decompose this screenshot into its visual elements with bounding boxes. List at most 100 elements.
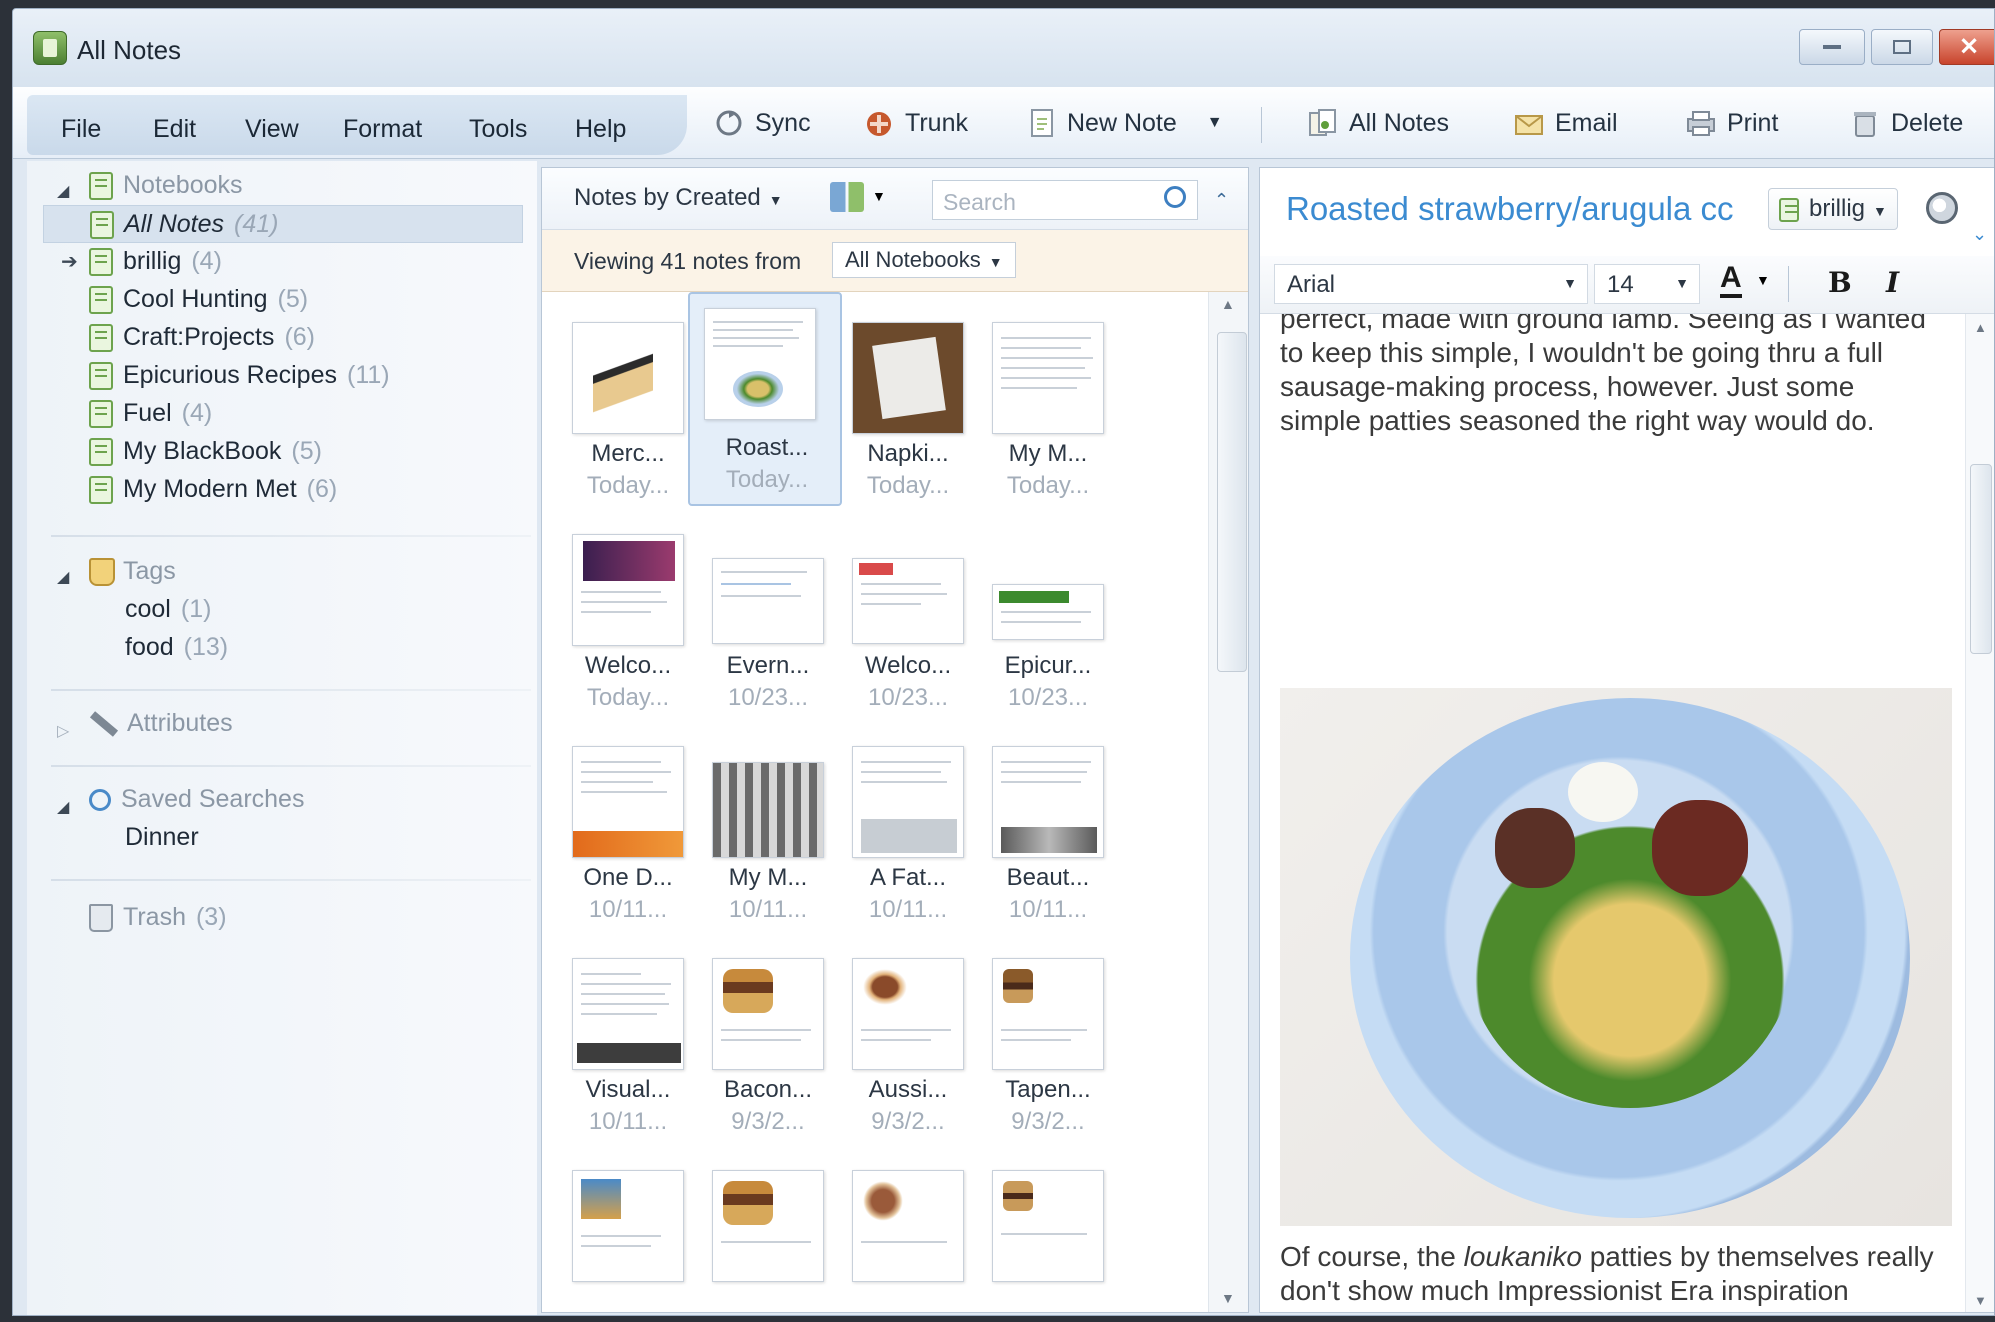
scroll-down-icon[interactable]: ▼ — [1974, 1293, 1987, 1308]
attributes-header[interactable]: Attributes — [89, 709, 233, 745]
share-globe-icon[interactable] — [1926, 192, 1958, 224]
collapse-tags-icon[interactable]: ◢ — [57, 567, 69, 587]
maximize-button[interactable] — [1871, 29, 1933, 65]
note-card[interactable] — [688, 1146, 828, 1312]
font-family-select[interactable]: Arial ▼ — [1274, 264, 1588, 304]
saved-search-dinner[interactable]: Dinner — [125, 823, 199, 859]
note-card[interactable]: One D... 10/11... — [548, 722, 688, 932]
note-card[interactable]: Aussi... 9/3/2... — [828, 934, 968, 1144]
notebook-icon — [1779, 197, 1799, 222]
all-notes-icon — [1307, 107, 1339, 139]
menu-file[interactable]: File — [61, 115, 101, 144]
sync-button[interactable]: Sync — [713, 103, 811, 143]
scrollbar-thumb[interactable] — [1970, 464, 1992, 654]
all-notes-button[interactable]: All Notes — [1307, 103, 1449, 143]
thumbnail-view-icon — [830, 182, 864, 212]
note-card[interactable]: Bacon... 9/3/2... — [688, 934, 828, 1144]
delete-button[interactable]: Delete — [1849, 103, 1963, 143]
collapse-notebooks-icon[interactable]: ◢ — [57, 181, 69, 201]
tag-item-cool[interactable]: cool (1) — [125, 595, 211, 631]
note-card[interactable]: A Fat... 10/11... — [828, 722, 968, 932]
note-card[interactable]: Merc... Today... — [548, 298, 688, 508]
search-input[interactable]: Search — [932, 180, 1198, 220]
note-date: 10/11... — [588, 896, 668, 923]
font-color-icon[interactable]: A — [1720, 262, 1742, 298]
sidebar-item-epicurious-recipes[interactable]: Epicurious Recipes (11) — [89, 361, 390, 397]
note-card[interactable]: Tapen... 9/3/2... — [968, 934, 1108, 1144]
minimize-button[interactable] — [1799, 29, 1865, 65]
notebook-selector[interactable]: brillig ▼ — [1768, 188, 1898, 230]
saved-searches-header[interactable]: Saved Searches — [89, 785, 304, 821]
note-card[interactable]: Welco... 10/23... — [828, 510, 968, 720]
toolbar-separator — [1261, 107, 1262, 143]
note-body[interactable]: perfect, made with ground lamb. Seeing a… — [1260, 314, 1966, 1312]
note-card[interactable]: Beaut... 10/11... — [968, 722, 1108, 932]
note-title: Bacon... — [723, 1076, 813, 1103]
note-card[interactable] — [548, 1146, 688, 1312]
font-size-select[interactable]: 14 ▼ — [1594, 264, 1700, 304]
note-card[interactable]: Napki... Today... — [828, 298, 968, 508]
email-button[interactable]: Email — [1513, 103, 1618, 143]
trash-icon — [89, 904, 113, 933]
note-thumbnail — [572, 322, 684, 434]
menu-format[interactable]: Format — [343, 115, 422, 144]
note-thumbnail — [852, 1170, 964, 1282]
search-icon[interactable] — [1164, 186, 1186, 208]
bold-button[interactable]: B — [1828, 266, 1852, 299]
expand-attributes-icon[interactable]: ▷ — [57, 721, 69, 741]
sidebar-item-my-blackbook[interactable]: My BlackBook (5) — [89, 437, 322, 473]
note-date: 9/3/2... — [871, 1108, 945, 1135]
note-list-scrollbar[interactable]: ▲ ▼ — [1208, 292, 1248, 1312]
tag-item-food[interactable]: food (13) — [125, 633, 228, 669]
note-title-field[interactable]: Roasted strawberry/arugula cc — [1286, 190, 1734, 228]
collapse-saved-searches-icon[interactable]: ◢ — [57, 797, 69, 817]
view-options-dropdown[interactable]: ▼ — [830, 182, 886, 212]
notebook-filter-dropdown[interactable]: All Notebooks ▼ — [832, 242, 1016, 278]
sidebar-item-trash[interactable]: Trash (3) — [89, 903, 227, 939]
note-card[interactable]: Welco... Today... — [548, 510, 688, 720]
note-title: My M... — [728, 864, 808, 891]
sidebar-item-my-modern-met[interactable]: My Modern Met (6) — [89, 475, 337, 511]
note-title: Visual... — [585, 1076, 671, 1103]
expand-header-icon[interactable]: ⌄ — [1972, 224, 1987, 245]
menu-edit[interactable]: Edit — [153, 115, 196, 144]
note-card[interactable] — [828, 1146, 968, 1312]
chevron-down-icon: ▼ — [1563, 275, 1577, 291]
tags-header[interactable]: Tags — [89, 557, 176, 593]
print-button[interactable]: Print — [1685, 103, 1778, 143]
note-grid: Merc... Today... Roast... Today... Napki… — [542, 292, 1210, 1312]
note-card[interactable]: Visual... 10/11... — [548, 934, 688, 1144]
sidebar-item-brillig[interactable]: brillig (4) — [89, 247, 222, 283]
sidebar-item-craft-projects[interactable]: Craft:Projects (6) — [89, 323, 315, 359]
collapse-up-icon[interactable]: ⌃ — [1214, 190, 1229, 211]
note-card[interactable]: My M... Today... — [968, 298, 1108, 508]
note-card[interactable]: Epicur... 10/23... — [968, 510, 1108, 720]
note-card-selected[interactable]: Roast... Today... — [688, 292, 842, 506]
menu-bar: File Edit View Format Tools Help — [27, 95, 687, 155]
scroll-up-icon[interactable]: ▲ — [1974, 320, 1987, 335]
note-card[interactable]: Evern... 10/23... — [688, 510, 828, 720]
font-color-dropdown-icon[interactable]: ▼ — [1756, 272, 1770, 288]
trunk-label: Trunk — [905, 108, 968, 137]
note-card[interactable]: My M... 10/11... — [688, 722, 828, 932]
new-note-dropdown-icon[interactable]: ▼ — [1207, 114, 1223, 132]
trunk-button[interactable]: Trunk — [863, 103, 968, 143]
notebooks-header[interactable]: Notebooks — [89, 171, 243, 207]
menu-help[interactable]: Help — [575, 115, 626, 144]
sort-dropdown[interactable]: Notes by Created ▼ — [574, 184, 783, 212]
note-card[interactable] — [968, 1146, 1108, 1312]
email-icon — [1513, 107, 1545, 139]
sidebar-item-cool-hunting[interactable]: Cool Hunting (5) — [89, 285, 308, 321]
editor-scrollbar[interactable]: ▲ ▼ — [1965, 314, 1994, 1312]
scrollbar-thumb[interactable] — [1217, 332, 1247, 672]
scroll-down-icon[interactable]: ▼ — [1221, 1290, 1235, 1306]
new-note-button[interactable]: New Note ▼ — [1025, 103, 1223, 143]
sidebar-item-fuel[interactable]: Fuel (4) — [89, 399, 212, 435]
scroll-up-icon[interactable]: ▲ — [1221, 296, 1235, 312]
menu-view[interactable]: View — [245, 115, 299, 144]
italic-button[interactable]: I — [1886, 266, 1899, 299]
menu-tools[interactable]: Tools — [469, 115, 527, 144]
close-button[interactable]: ✕ — [1939, 29, 1994, 65]
note-thumbnail — [852, 558, 964, 644]
sidebar-item-all-notes[interactable]: All Notes (41) — [43, 205, 523, 243]
